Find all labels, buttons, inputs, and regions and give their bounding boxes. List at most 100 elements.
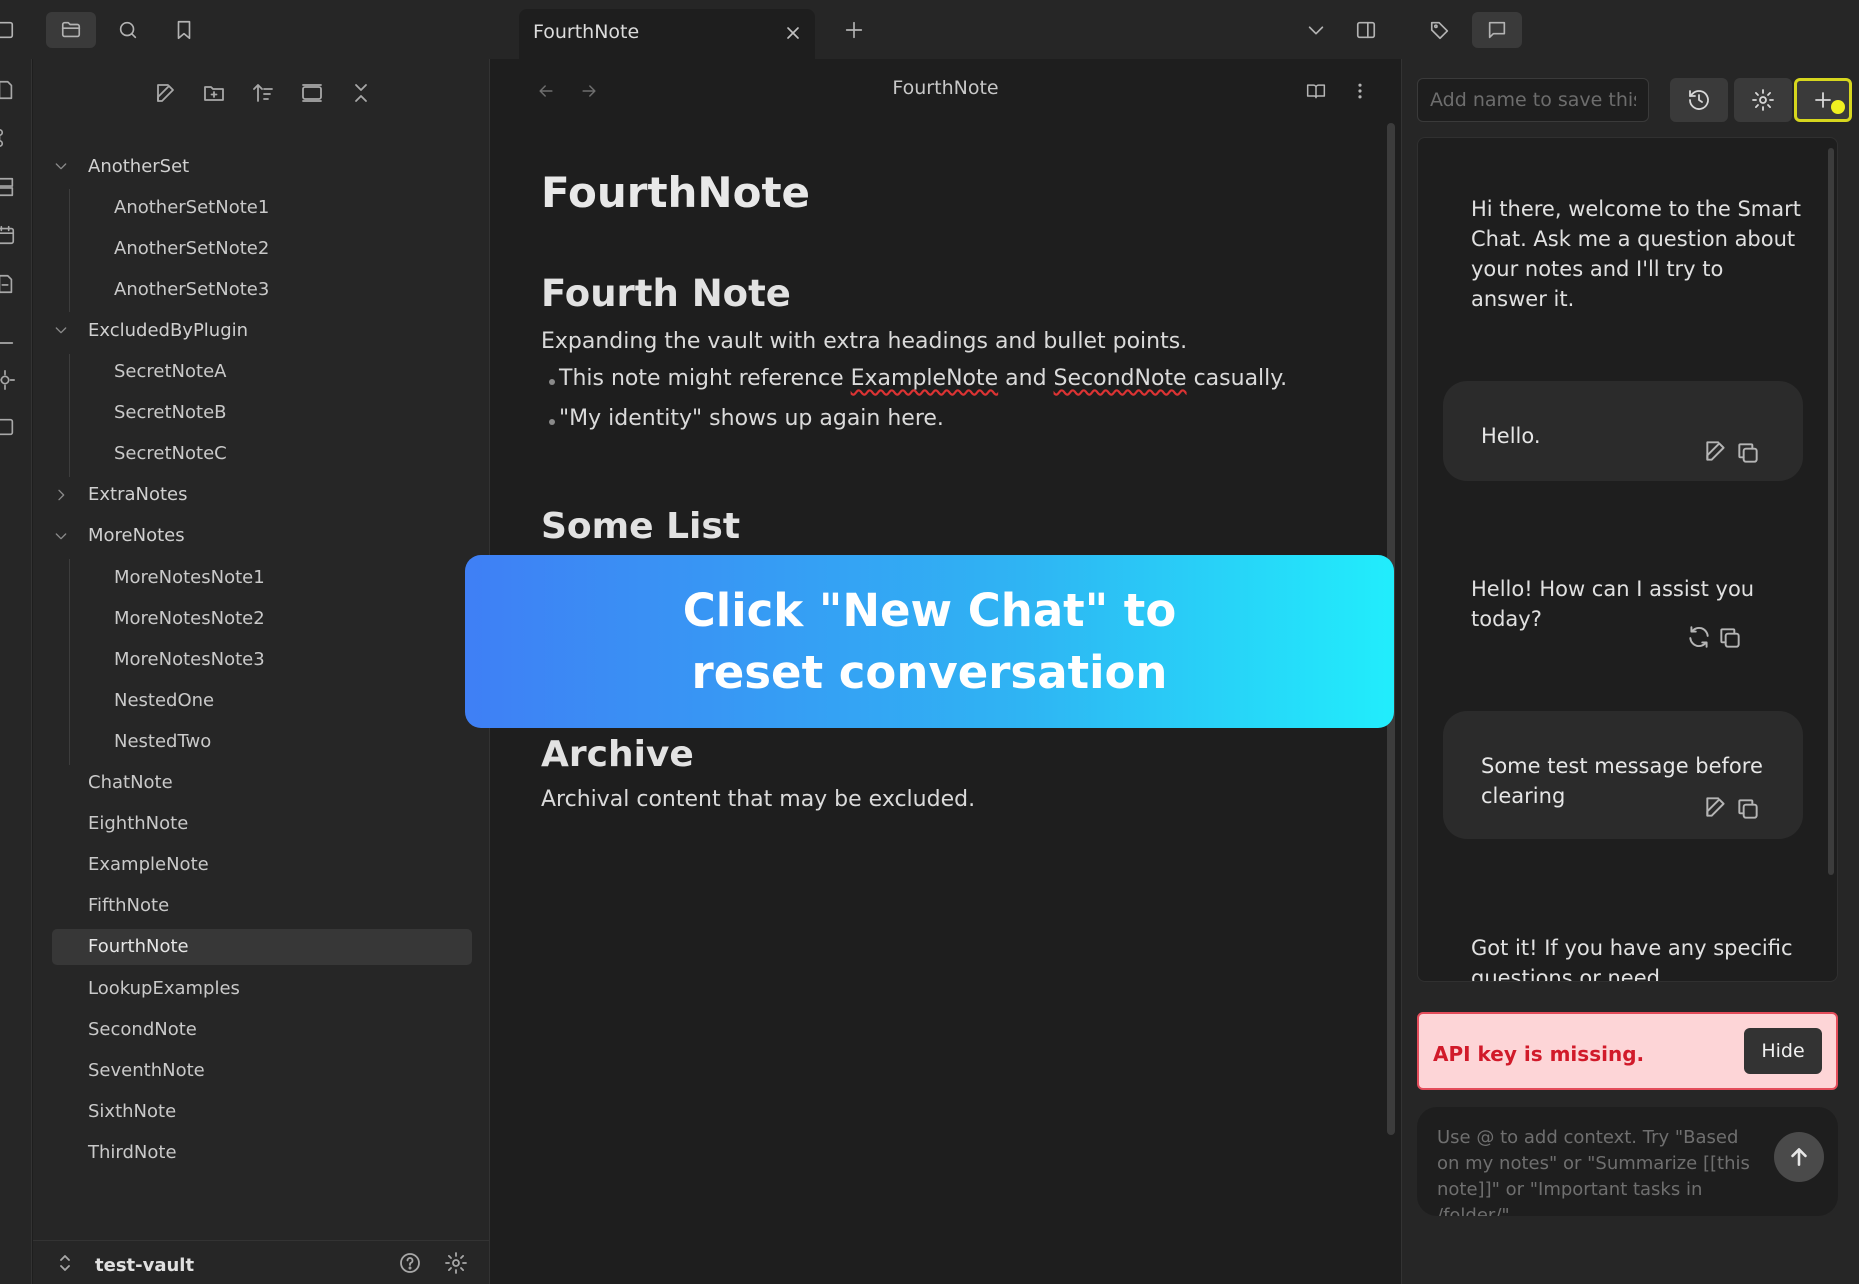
note-icon[interactable] (0, 79, 16, 101)
refresh-icon[interactable] (1686, 624, 1712, 650)
tree-file[interactable]: SecretNoteC (114, 436, 227, 472)
copy-icon[interactable] (1735, 796, 1761, 822)
close-icon[interactable] (777, 17, 809, 49)
close-all-icon[interactable] (344, 76, 378, 110)
edit-icon[interactable] (1703, 794, 1729, 820)
hide-button[interactable]: Hide (1744, 1028, 1822, 1074)
chevron-down-icon[interactable] (53, 322, 69, 338)
history-icon[interactable] (1670, 78, 1728, 122)
chevron-down-icon[interactable] (53, 158, 69, 174)
tree-file[interactable]: AnotherSetNote1 (114, 189, 269, 225)
tree-folder[interactable]: MoreNotes (55, 518, 185, 554)
plus-icon[interactable] (836, 12, 872, 48)
tree-folder[interactable]: AnotherSet (55, 148, 189, 184)
new-note-icon[interactable] (149, 76, 183, 110)
tree-file[interactable]: FifthNote (88, 888, 169, 924)
copy-icon[interactable] (1735, 440, 1761, 466)
tab-fourthnote[interactable]: FourthNote (519, 9, 815, 59)
tree-item-label: FourthNote (88, 936, 189, 958)
view-title[interactable]: FourthNote (491, 77, 1400, 99)
tree-file[interactable]: NestedTwo (114, 723, 211, 759)
bullet-item-1: This note might reference ExampleNote an… (548, 366, 1287, 391)
copy-icon[interactable] (1717, 625, 1743, 651)
tree-file[interactable]: MoreNotesNote1 (114, 559, 265, 595)
plugin-icon[interactable] (0, 369, 16, 391)
smart-chat-panel: Hi there, welcome to the Smart Chat. Ask… (1401, 59, 1859, 1284)
search-icon[interactable] (110, 12, 146, 48)
internal-link-secondnote[interactable]: SecondNote (1054, 366, 1187, 391)
tree-file[interactable]: EighthNote (88, 806, 188, 842)
gear-icon[interactable] (439, 1246, 473, 1280)
tree-file[interactable]: MoreNotesNote3 (114, 641, 265, 677)
tree-item-label: ChatNote (88, 772, 173, 793)
right-sidebar-toggle-icon[interactable] (1348, 12, 1384, 48)
chat-input[interactable]: Use @ to add context. Try "Based on my n… (1417, 1107, 1838, 1216)
chat-input-placeholder: Use @ to add context. Try "Based on my n… (1437, 1127, 1750, 1216)
indent-guide (69, 559, 70, 765)
banner-text: Click "New Chat" to reset conversation (682, 583, 1177, 699)
cursor-indicator (1831, 100, 1845, 114)
tags-icon[interactable] (1422, 12, 1458, 48)
alert-text: API key is missing. (1433, 1042, 1645, 1066)
publish-icon[interactable] (0, 416, 16, 438)
bookmark-icon[interactable] (166, 12, 202, 48)
sidebar-toggle-icon[interactable] (0, 12, 22, 48)
tree-file[interactable]: NestedOne (114, 682, 214, 718)
chat-name-input[interactable] (1417, 78, 1649, 122)
chevron-right-icon[interactable] (53, 487, 69, 503)
sort-icon[interactable] (246, 76, 280, 110)
tree-file[interactable]: SixthNote (88, 1093, 176, 1129)
tree-file[interactable]: AnotherSetNote2 (114, 230, 269, 266)
chevron-down-icon[interactable] (1298, 12, 1334, 48)
tree-file[interactable]: LookupExamples (88, 970, 240, 1006)
command-icon[interactable] (0, 332, 16, 354)
folder-icon (61, 21, 81, 38)
send-button[interactable] (1774, 1132, 1824, 1182)
canvas-icon[interactable] (0, 176, 16, 198)
tree-file[interactable]: ExampleNote (88, 847, 209, 883)
tree-item-label: NestedOne (114, 689, 215, 711)
edit-icon[interactable] (1703, 438, 1729, 464)
help-icon[interactable] (393, 1246, 427, 1280)
graph-icon[interactable] (0, 127, 16, 149)
tree-folder[interactable]: ExtraNotes (58, 477, 188, 513)
tree-file[interactable]: SecondNote (88, 1011, 197, 1047)
tree-item-label: MoreNotesNote2 (114, 607, 265, 629)
tree-file[interactable]: MoreNotesNote2 (114, 600, 265, 636)
tree-file[interactable]: ChatNote (88, 765, 173, 801)
reading-view-icon[interactable] (1301, 76, 1331, 106)
tree-file[interactable]: FourthNote (52, 928, 472, 965)
message-scrollbar[interactable] (1828, 148, 1834, 875)
gear-icon[interactable] (1734, 78, 1792, 122)
chevron-down-icon[interactable] (53, 528, 69, 544)
tree-file[interactable]: AnotherSetNote3 (114, 271, 269, 307)
vault-switcher-icon[interactable] (48, 1246, 82, 1280)
file-explorer-tab[interactable] (46, 12, 96, 48)
tree-item-label: MoreNotes (88, 525, 185, 547)
paragraph-archive: Archival content that may be excluded. (541, 787, 976, 812)
template-icon[interactable] (0, 273, 16, 295)
new-folder-icon[interactable] (197, 76, 231, 110)
chat-icon[interactable] (1472, 12, 1522, 48)
tree-item-label: SixthNote (88, 1100, 177, 1122)
instruction-banner: Click "New Chat" to reset conversation (465, 555, 1394, 728)
heading-archive: Archive (541, 734, 694, 775)
tree-file[interactable]: SecretNoteA (114, 354, 226, 390)
tree-folder[interactable]: ExcludedByPlugin (55, 312, 248, 348)
top-bar: FourthNote (0, 0, 1859, 59)
send-icon (1791, 1148, 1807, 1166)
tree-file[interactable]: SeventhNote (88, 1052, 205, 1088)
new-chat-button[interactable] (1794, 78, 1852, 122)
tree-file[interactable]: ThirdNote (88, 1134, 177, 1170)
more-options-icon[interactable] (1345, 76, 1375, 106)
collapse-icon[interactable] (295, 76, 329, 110)
bullet-text: and (998, 366, 1054, 391)
message-list[interactable]: Hi there, welcome to the Smart Chat. Ask… (1417, 137, 1838, 982)
vault-name[interactable]: test-vault (95, 1255, 194, 1276)
app-window: FourthNote AnotherSet AnotherSetNote1 An… (0, 0, 1859, 1284)
tree-file[interactable]: SecretNoteB (114, 395, 227, 431)
tree-item-label: NestedTwo (114, 730, 212, 752)
calendar-icon[interactable] (0, 224, 16, 246)
tree-item-label: SeventhNote (88, 1059, 205, 1081)
internal-link-examplenote[interactable]: ExampleNote (851, 366, 999, 391)
